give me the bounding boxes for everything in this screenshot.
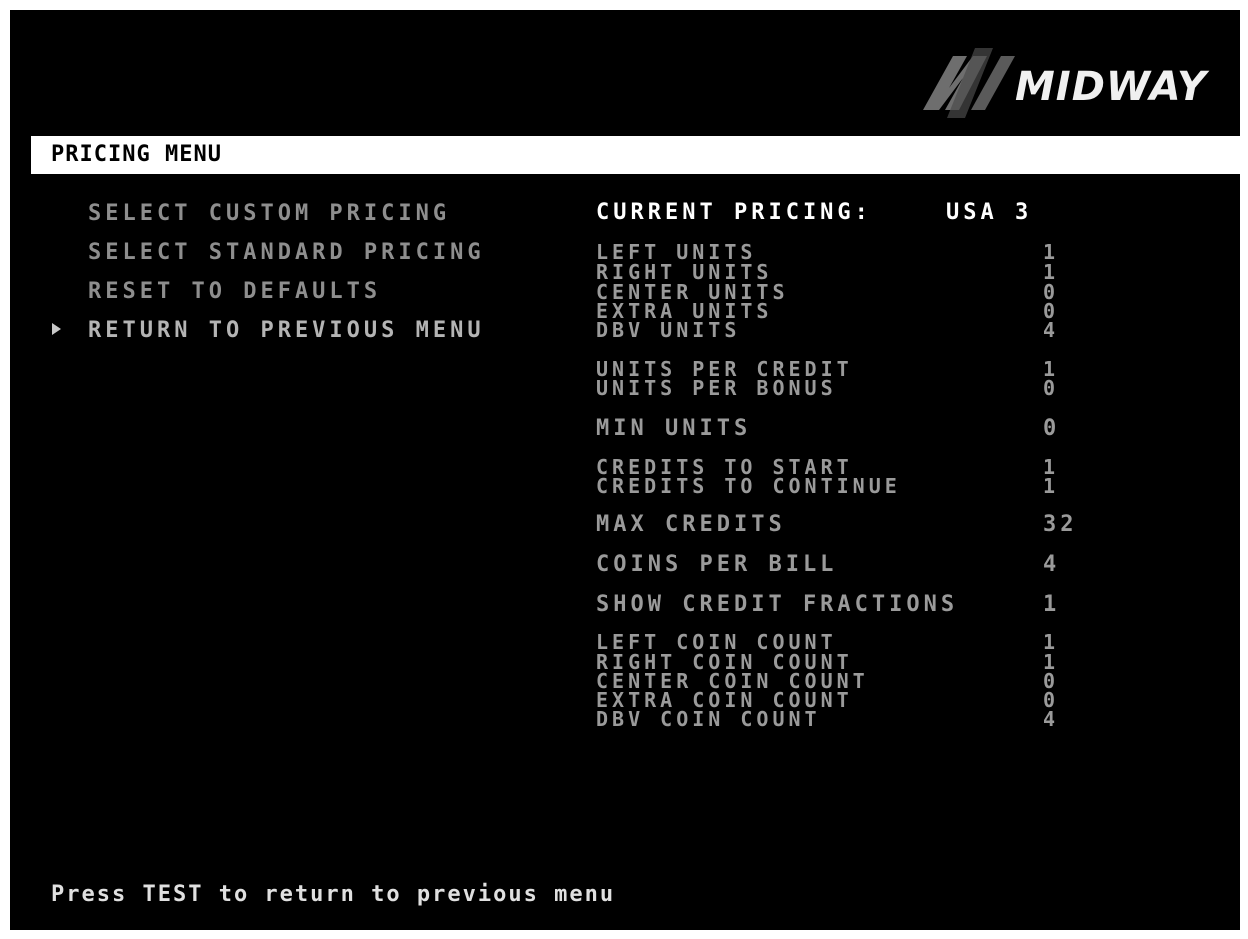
footer-hint: Press TEST to return to previous menu — [51, 882, 616, 907]
setting-value: 4 — [1043, 707, 1060, 731]
menu-item-return-to-previous-menu[interactable]: RETURN TO PREVIOUS MENU — [88, 318, 485, 343]
logo-text: MIDWAY — [1015, 64, 1207, 110]
setting-value: 1 — [1043, 474, 1060, 498]
midway-logo: MIDWAY — [915, 38, 1225, 128]
setting-label: SHOW CREDIT FRACTIONS — [596, 592, 959, 617]
setting-label: MIN UNITS — [596, 416, 752, 441]
midway-emblem-icon — [923, 48, 1015, 118]
setting-value: 4 — [1043, 318, 1060, 342]
setting-label: DBV COIN COUNT — [596, 707, 821, 731]
setting-value: 4 — [1043, 552, 1061, 577]
setting-label: LEFT COIN COUNT — [596, 630, 837, 654]
menu-item-select-standard-pricing[interactable]: SELECT STANDARD PRICING — [88, 240, 485, 265]
setting-value: 1 — [1043, 592, 1061, 617]
setting-value: 1 — [1043, 630, 1060, 654]
menu-item-reset-to-defaults[interactable]: RESET TO DEFAULTS — [88, 279, 381, 304]
setting-label: COINS PER BILL — [596, 552, 838, 577]
setting-label: CREDITS TO CONTINUE — [596, 474, 901, 498]
setting-label: DBV UNITS — [596, 318, 741, 342]
setting-value: 0 — [1043, 416, 1061, 441]
setting-value: 0 — [1043, 376, 1060, 400]
setting-label: UNITS PER BONUS — [596, 376, 837, 400]
title-bar: PRICING MENU — [31, 136, 1240, 174]
setting-value: 1 — [1043, 240, 1060, 264]
setting-label: RIGHT UNITS — [596, 260, 773, 284]
menu-cursor-icon — [52, 323, 61, 335]
setting-value: 1 — [1043, 260, 1060, 284]
setting-label: MAX CREDITS — [596, 512, 786, 537]
setting-value: 32 — [1043, 512, 1078, 537]
menu-item-select-custom-pricing[interactable]: SELECT CUSTOM PRICING — [88, 201, 450, 226]
game-screen: MIDWAY PRICING MENU SELECT CUSTOM PRICIN… — [10, 10, 1240, 930]
current-pricing-value: USA 3 — [946, 200, 1033, 225]
setting-label: LEFT UNITS — [596, 240, 757, 264]
current-pricing-label: CURRENT PRICING: — [596, 200, 872, 225]
page-title: PRICING MENU — [51, 142, 222, 167]
